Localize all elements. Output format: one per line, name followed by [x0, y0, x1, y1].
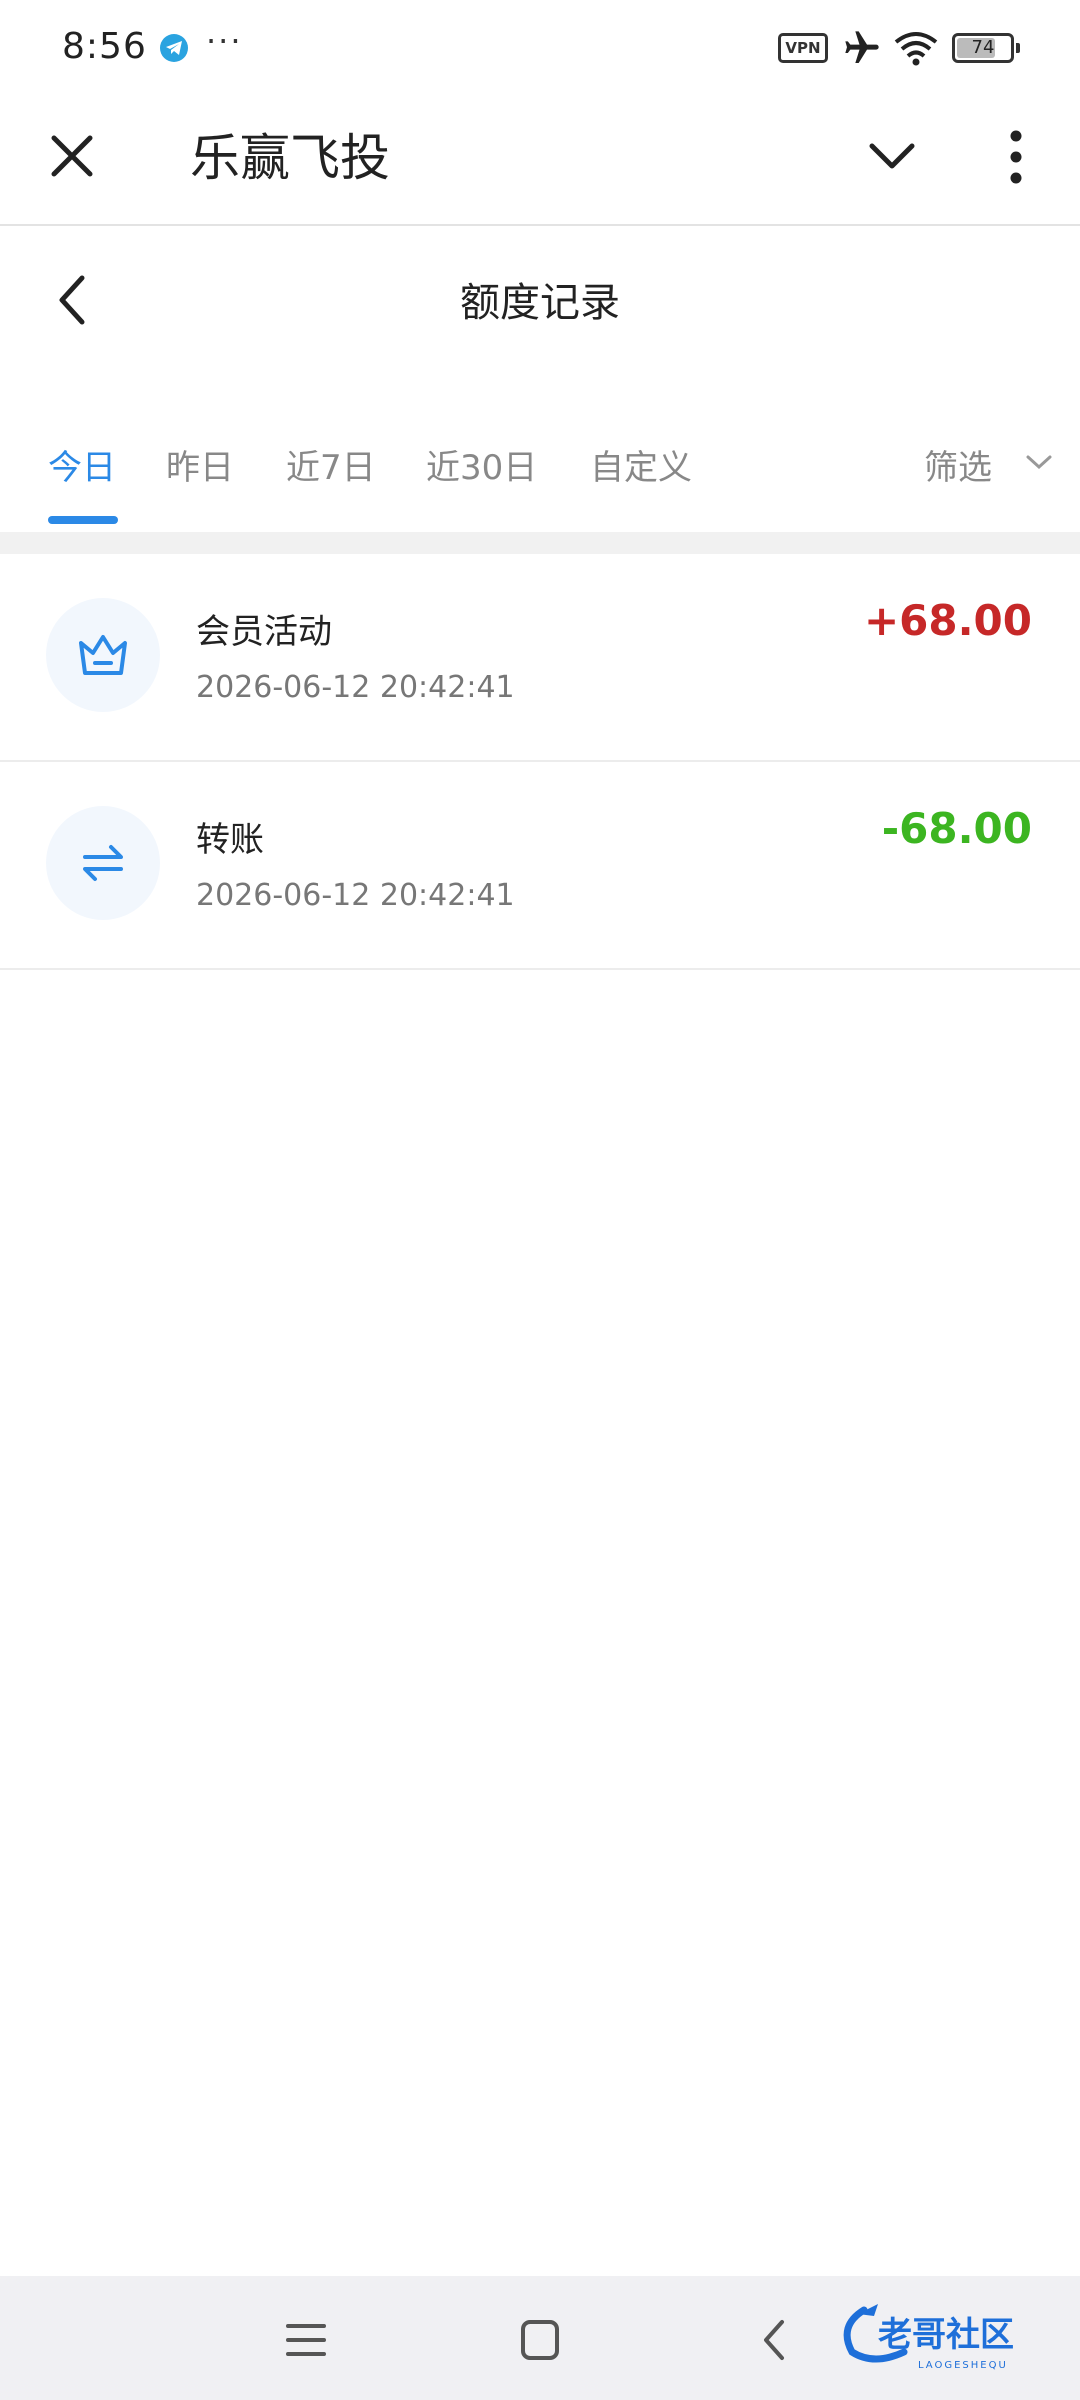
filter-button[interactable]: 筛选	[924, 440, 992, 489]
crown-icon	[46, 598, 160, 712]
battery-level: 74	[971, 37, 995, 58]
record-title: 转账	[196, 820, 264, 860]
status-time: 8:56	[62, 26, 147, 67]
active-tab-indicator	[48, 516, 118, 524]
more-vertical-icon	[1010, 130, 1022, 184]
close-icon	[51, 135, 93, 177]
record-title: 会员活动	[196, 612, 332, 652]
tab-last-30-days[interactable]: 近30日	[426, 440, 537, 489]
wifi-icon	[894, 30, 938, 70]
transfer-icon	[46, 806, 160, 920]
record-amount: +68.00	[863, 596, 1032, 645]
record-time: 2026-06-12 20:42:41	[196, 878, 515, 913]
app-header: 乐赢飞投	[0, 96, 1080, 226]
close-button[interactable]	[40, 124, 104, 188]
tab-today[interactable]: 今日	[48, 440, 116, 489]
tab-yesterday[interactable]: 昨日	[166, 440, 234, 489]
back-arrow-icon	[764, 2320, 784, 2360]
page-title: 额度记录	[460, 280, 620, 326]
app-title: 乐赢飞投	[190, 129, 390, 187]
section-divider	[0, 532, 1080, 554]
record-item[interactable]: 转账 2026-06-12 20:42:41 -68.00	[0, 762, 1080, 970]
vpn-icon: VPN	[778, 33, 828, 63]
watermark-text: 老哥社区	[878, 2315, 1014, 2355]
notification-more-icon: ···	[206, 22, 243, 60]
home-button[interactable]	[510, 2310, 570, 2370]
page-header: 额度记录	[0, 228, 1080, 368]
watermark-logo: 老哥社区 LAOGESHEQU	[834, 2296, 1070, 2376]
telegram-icon	[160, 34, 188, 62]
tab-custom[interactable]: 自定义	[590, 440, 692, 489]
record-amount: -68.00	[881, 804, 1032, 853]
tab-last-7-days[interactable]: 近7日	[286, 440, 376, 489]
battery-icon: 74	[952, 33, 1020, 63]
watermark-subtext: LAOGESHEQU	[918, 2360, 1008, 2371]
date-range-tabs: 今日 昨日 近7日 近30日 自定义 筛选	[0, 420, 1080, 532]
record-time: 2026-06-12 20:42:41	[196, 670, 515, 705]
chevron-down-icon	[869, 143, 915, 169]
record-item[interactable]: 会员活动 2026-06-12 20:42:41 +68.00	[0, 554, 1080, 762]
airplane-mode-icon	[842, 28, 882, 72]
more-menu-button[interactable]	[988, 122, 1044, 192]
collapse-button[interactable]	[860, 124, 924, 188]
system-nav-bar: 老哥社区 LAOGESHEQU	[0, 2276, 1080, 2400]
back-nav-button[interactable]	[746, 2310, 806, 2370]
menu-lines-icon	[286, 2324, 326, 2356]
filter-chevron-icon[interactable]	[1024, 452, 1054, 476]
status-bar: 8:56 ··· VPN 74	[0, 0, 1080, 96]
recents-button[interactable]	[276, 2310, 336, 2370]
home-square-icon	[521, 2320, 559, 2360]
